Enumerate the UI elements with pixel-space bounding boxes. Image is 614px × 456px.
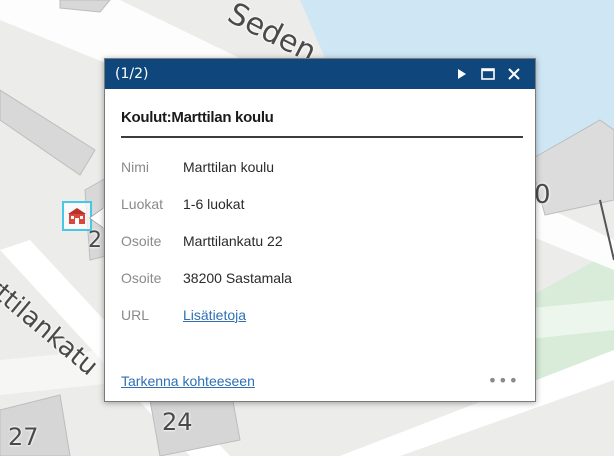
more-actions-button[interactable]: ••• <box>488 373 519 389</box>
attribute-row: Osoite 38200 Sastamala <box>121 259 292 296</box>
attribute-key: Osoite <box>121 232 162 249</box>
house-number-27: 27 <box>8 423 39 451</box>
attribute-value: Lisätietoja <box>183 296 292 333</box>
attribute-value: 1-6 luokat <box>183 195 245 212</box>
close-button[interactable] <box>503 63 525 85</box>
attribute-row: URL Lisätietoja <box>121 296 292 333</box>
attribute-value: 38200 Sastamala <box>183 269 292 286</box>
close-icon <box>508 68 520 80</box>
next-feature-button[interactable] <box>451 63 473 85</box>
popup-footer: Tarkenna kohteeseen ••• <box>121 371 519 391</box>
popup-pointer <box>90 208 104 228</box>
house-number-24: 24 <box>162 408 193 436</box>
zoom-to-link[interactable]: Tarkenna kohteeseen <box>121 373 255 389</box>
house-number-0: 0 <box>534 180 551 210</box>
attribute-key: Nimi <box>121 158 149 175</box>
popup-title: Koulut:Marttilan koulu <box>121 105 523 138</box>
play-triangle-icon <box>458 69 466 79</box>
attribute-key: Osoite <box>121 269 162 286</box>
school-icon <box>68 208 86 224</box>
attribute-row: Osoite Marttilankatu 22 <box>121 222 292 259</box>
feature-count: (1/2) <box>115 66 149 82</box>
attribute-key: Luokat <box>121 195 164 212</box>
feature-popup: (1/2) Koulut:Marttilan koulu Nimi Martti… <box>104 58 536 402</box>
popup-header: (1/2) <box>105 59 535 89</box>
house-number-2: 2 <box>88 228 102 253</box>
school-marker[interactable] <box>62 201 92 231</box>
maximize-button[interactable] <box>477 63 499 85</box>
attribute-row: Luokat 1-6 luokat <box>121 185 292 222</box>
attribute-value: Marttilankatu 22 <box>183 232 283 249</box>
attribute-value: Marttilan koulu <box>183 158 275 175</box>
attribute-table: Nimi Marttilan koulu Luokat 1-6 luokat O… <box>121 148 292 333</box>
maximize-icon <box>481 68 495 80</box>
more-info-link[interactable]: Lisätietoja <box>183 307 246 323</box>
popup-body: Koulut:Marttilan koulu Nimi Marttilan ko… <box>105 89 535 333</box>
attribute-key: URL <box>121 306 150 323</box>
attribute-row: Nimi Marttilan koulu <box>121 148 292 185</box>
